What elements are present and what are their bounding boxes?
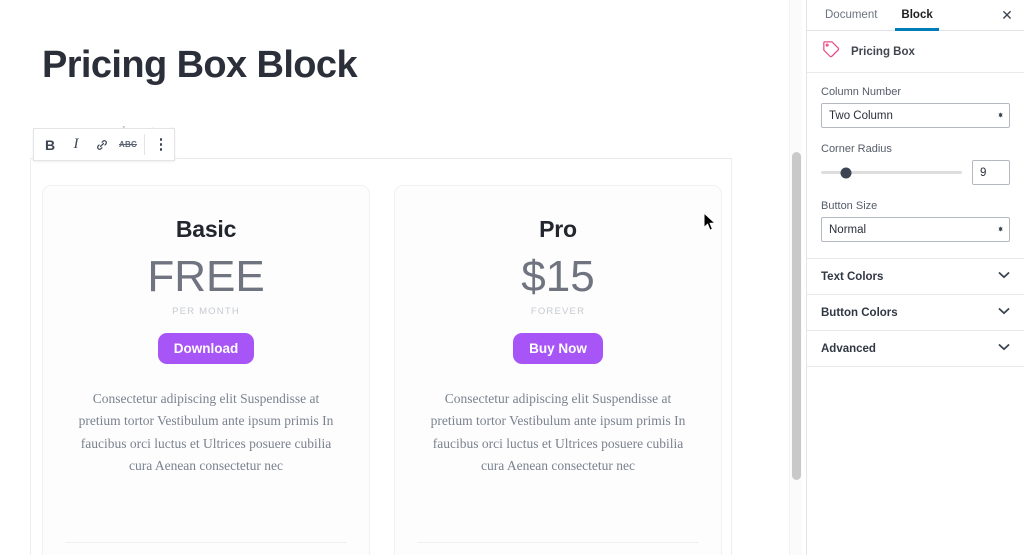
- canvas-scrollbar-thumb[interactable]: [792, 152, 801, 480]
- corner-radius-slider[interactable]: [821, 167, 962, 178]
- plan-name[interactable]: Pro: [417, 216, 699, 243]
- plan-price[interactable]: FREE: [65, 251, 347, 303]
- panel-button-colors[interactable]: Button Colors: [807, 295, 1024, 331]
- block-name: Pricing Box: [851, 45, 915, 58]
- panel-title: Text Colors: [821, 270, 884, 283]
- link-url-row: ↵: [65, 542, 347, 555]
- corner-radius-label: Corner Radius: [821, 143, 892, 155]
- pricing-tag-icon: [821, 39, 841, 64]
- corner-radius-control: Corner Radius 9: [821, 143, 1010, 185]
- italic-button[interactable]: I: [63, 129, 89, 160]
- panel-text-colors[interactable]: Text Colors: [807, 259, 1024, 295]
- chevron-down-icon: [998, 271, 1010, 282]
- sidebar-tab-bar: Document Block ✕: [807, 0, 1024, 31]
- plan-cta-button[interactable]: Buy Now: [513, 332, 603, 364]
- editor-canvas: Pricing Box Block d content B I ABC: [0, 0, 806, 555]
- plan-price[interactable]: $15: [417, 251, 699, 303]
- canvas-scrollbar[interactable]: [789, 0, 802, 555]
- button-size-control: Button Size Normal ▲▼: [821, 200, 1010, 242]
- button-size-select-wrapper: Normal ▲▼: [821, 217, 1010, 242]
- page-title[interactable]: Pricing Box Block: [42, 44, 358, 87]
- pricing-box-block: Basic FREE PER MONTH Download Consectetu…: [42, 185, 722, 555]
- corner-radius-slider-row: 9: [821, 160, 1010, 185]
- bold-button[interactable]: B: [37, 129, 63, 160]
- link-url-row: ↵: [417, 542, 699, 555]
- button-size-select[interactable]: Normal: [821, 217, 1010, 242]
- panel-title: Button Colors: [821, 306, 898, 319]
- button-size-label: Button Size: [821, 200, 878, 212]
- plan-name[interactable]: Basic: [65, 216, 347, 243]
- tab-document[interactable]: Document: [813, 0, 889, 30]
- column-number-select[interactable]: Two Column: [821, 103, 1010, 128]
- plan-cta-button[interactable]: Download: [157, 332, 255, 364]
- more-options-vertical-dots-icon[interactable]: [148, 129, 174, 160]
- pricing-card-pro[interactable]: Pro $15 FOREVER Buy Now Consectetur adip…: [394, 185, 722, 555]
- close-icon[interactable]: ✕: [990, 0, 1024, 30]
- plan-period[interactable]: PER MONTH: [65, 306, 347, 317]
- block-identity: Pricing Box: [807, 31, 1024, 73]
- chevron-down-icon: [998, 343, 1010, 354]
- strikethrough-button[interactable]: ABC: [115, 129, 141, 160]
- plan-button-wrapper: Download: [65, 332, 347, 364]
- corner-radius-slider-thumb[interactable]: [840, 167, 852, 178]
- column-number-control: Column Number Two Column ▲▼: [821, 86, 1010, 128]
- chevron-down-icon: [998, 307, 1010, 318]
- settings-sidebar: Document Block ✕ Pricing Box Column Numb…: [806, 0, 1024, 555]
- plan-description[interactable]: Consectetur adipiscing elit Suspendisse …: [65, 388, 347, 478]
- column-number-label: Column Number: [821, 86, 902, 98]
- plan-description[interactable]: Consectetur adipiscing elit Suspendisse …: [417, 388, 699, 478]
- panel-title: Advanced: [821, 342, 876, 355]
- pricing-card-basic[interactable]: Basic FREE PER MONTH Download Consectetu…: [42, 185, 370, 555]
- link-icon[interactable]: [89, 129, 115, 160]
- editor-screen: Pricing Box Block d content B I ABC: [0, 0, 1024, 555]
- toolbar-divider: [144, 134, 145, 155]
- corner-radius-value-input[interactable]: 9: [972, 160, 1010, 185]
- plan-button-wrapper: Buy Now: [417, 332, 699, 364]
- block-format-toolbar: B I ABC: [33, 128, 175, 161]
- tab-block[interactable]: Block: [889, 0, 944, 31]
- block-settings-section: Column Number Two Column ▲▼ Corner Radiu…: [807, 73, 1024, 259]
- column-number-select-wrapper: Two Column ▲▼: [821, 103, 1010, 128]
- plan-period[interactable]: FOREVER: [417, 306, 699, 317]
- panel-advanced[interactable]: Advanced: [807, 331, 1024, 367]
